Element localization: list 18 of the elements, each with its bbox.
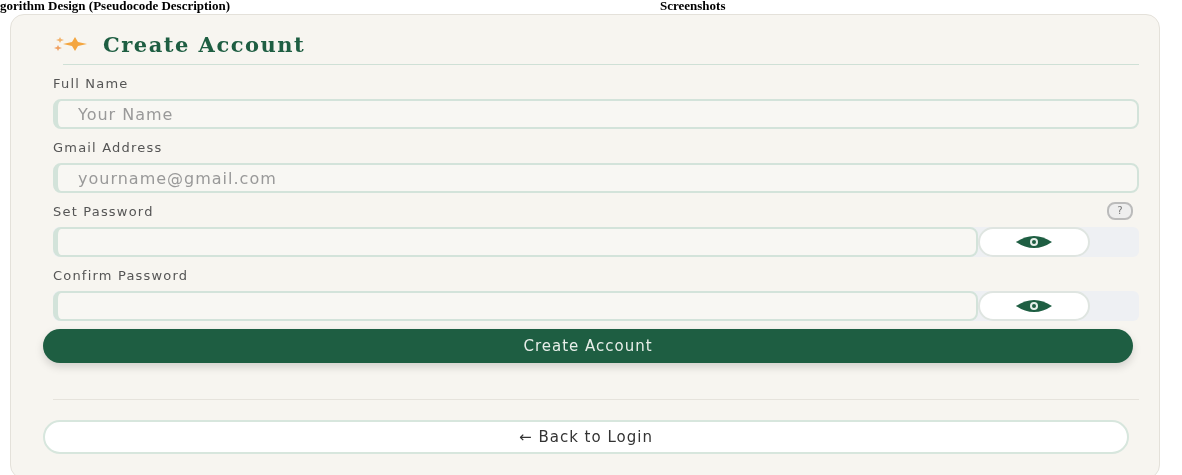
field-label: Set Password	[53, 203, 154, 219]
show-password-button[interactable]	[978, 227, 1090, 257]
text-field[interactable]: yourname@gmail.com	[53, 163, 1139, 193]
help-icon[interactable]: ?	[1107, 202, 1133, 220]
field-label: Confirm Password	[53, 267, 189, 283]
password-field[interactable]	[53, 291, 978, 321]
section-heading: Screenshots	[660, 0, 726, 12]
document-heading: gorithm Design (Pseudocode Description)	[0, 0, 231, 12]
text-field[interactable]: Your Name	[53, 99, 1139, 129]
password-field[interactable]	[53, 227, 978, 257]
eye-icon	[1014, 234, 1054, 250]
field-label: Gmail Address	[53, 139, 163, 155]
eye-icon	[1014, 298, 1054, 314]
form-title: Create Account	[103, 31, 306, 57]
back-to-login-button[interactable]: ← Back to Login	[43, 420, 1129, 454]
show-password-button[interactable]	[978, 291, 1090, 321]
create-account-button[interactable]: Create Account	[43, 329, 1133, 363]
field-label: Full Name	[53, 75, 129, 91]
